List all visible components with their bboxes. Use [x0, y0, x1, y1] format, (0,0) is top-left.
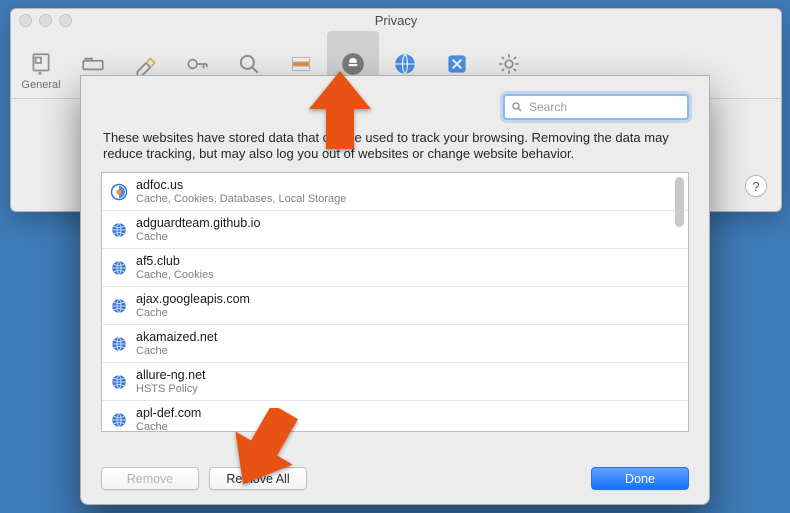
- site-favicon-icon: [110, 297, 128, 315]
- site-domain: allure-ng.net: [136, 368, 206, 382]
- site-data-types: HSTS Policy: [136, 382, 206, 396]
- site-domain: adfoc.us: [136, 178, 346, 192]
- done-button[interactable]: Done: [591, 467, 689, 490]
- scrollbar-thumb[interactable]: [675, 177, 684, 227]
- privacy-icon: [340, 51, 366, 77]
- site-domain: ajax.googleapis.com: [136, 292, 250, 306]
- close-window-icon[interactable]: [19, 14, 32, 27]
- toolbar-item-general[interactable]: General: [15, 31, 67, 93]
- site-favicon-icon: [110, 373, 128, 391]
- website-list-row[interactable]: allure-ng.netHSTS Policy: [102, 363, 688, 401]
- site-domain: apl-def.com: [136, 406, 201, 420]
- website-list-row[interactable]: apl-def.comCache: [102, 401, 688, 432]
- help-icon: ?: [752, 179, 759, 194]
- website-data-sheet: These websites have stored data that can…: [80, 75, 710, 505]
- site-favicon-icon: [110, 221, 128, 239]
- website-list-row[interactable]: akamaized.netCache: [102, 325, 688, 363]
- site-favicon-icon: [110, 183, 128, 201]
- site-domain: af5.club: [136, 254, 214, 268]
- search-field[interactable]: [503, 94, 689, 120]
- site-favicon-icon: [110, 411, 128, 429]
- advanced-icon: [496, 51, 522, 77]
- website-list-row[interactable]: ajax.googleapis.comCache: [102, 287, 688, 325]
- site-favicon-icon: [110, 335, 128, 353]
- site-data-types: Cache, Cookies: [136, 268, 214, 282]
- site-domain: akamaized.net: [136, 330, 217, 344]
- window-controls[interactable]: [19, 14, 72, 27]
- website-list-row[interactable]: adguardteam.github.ioCache: [102, 211, 688, 249]
- security-icon: [288, 51, 314, 77]
- site-data-types: Cache: [136, 420, 201, 433]
- site-data-types: Cache: [136, 344, 217, 358]
- window-title: Privacy: [375, 13, 418, 28]
- search-pref-icon: [236, 51, 262, 77]
- site-data-types: Cache: [136, 306, 250, 320]
- titlebar: Privacy: [11, 9, 781, 31]
- zoom-window-icon[interactable]: [59, 14, 72, 27]
- toolbar-item-label: General: [21, 79, 60, 91]
- website-list-row[interactable]: af5.clubCache, Cookies: [102, 249, 688, 287]
- site-data-types: Cache, Cookies, Databases, Local Storage: [136, 192, 346, 206]
- list-scrollbar[interactable]: [675, 177, 684, 427]
- search-input[interactable]: [527, 99, 686, 115]
- help-button[interactable]: ?: [745, 175, 767, 197]
- minimize-window-icon[interactable]: [39, 14, 52, 27]
- website-list-row[interactable]: adfoc.usCache, Cookies, Databases, Local…: [102, 173, 688, 211]
- websites-icon: [392, 51, 418, 77]
- site-favicon-icon: [110, 259, 128, 277]
- site-domain: adguardteam.github.io: [136, 216, 260, 230]
- passwords-icon: [184, 51, 210, 77]
- autofill-icon: [132, 51, 158, 77]
- remove-button[interactable]: Remove: [101, 467, 199, 490]
- tabs-icon: [80, 51, 106, 77]
- search-icon: [511, 101, 523, 113]
- general-icon: [28, 51, 54, 77]
- remove-all-button[interactable]: Remove All: [209, 467, 307, 490]
- sheet-description: These websites have stored data that can…: [103, 130, 687, 162]
- site-data-types: Cache: [136, 230, 260, 244]
- extensions-icon: [444, 51, 470, 77]
- website-list[interactable]: adfoc.usCache, Cookies, Databases, Local…: [101, 172, 689, 432]
